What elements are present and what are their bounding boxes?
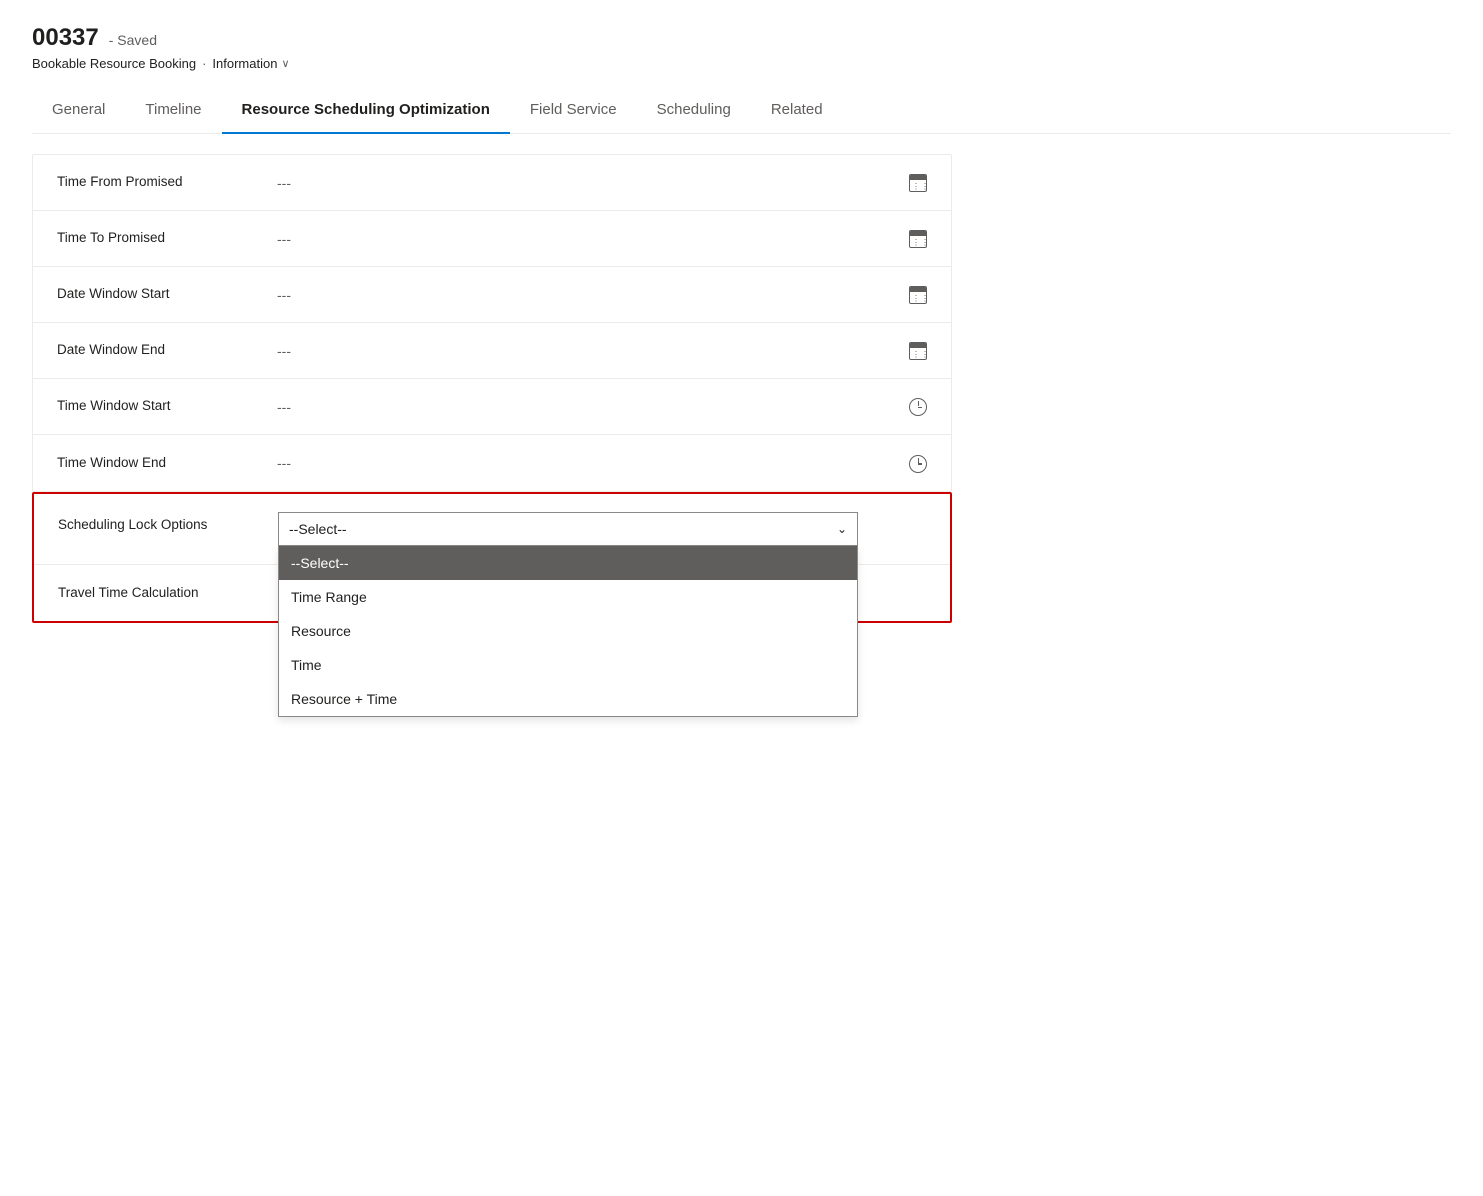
label-date-window-start: Date Window Start: [57, 285, 277, 304]
clock-icon-time-window-end[interactable]: [909, 453, 927, 474]
page-container: 00337 - Saved Bookable Resource Booking …: [0, 0, 1483, 1196]
label-date-window-end: Date Window End: [57, 341, 277, 360]
tabs-bar: General Timeline Resource Scheduling Opt…: [32, 89, 1451, 134]
field-row-time-to-promised: Time To Promised ---: [33, 211, 951, 267]
tab-timeline[interactable]: Timeline: [125, 89, 221, 134]
tab-field-service[interactable]: Field Service: [510, 89, 637, 134]
breadcrumb-chevron-icon: ∨: [281, 57, 289, 70]
current-view-dropdown[interactable]: Information ∨: [212, 56, 289, 71]
highlighted-section: Scheduling Lock Options --Select-- ⌄ --S…: [32, 492, 952, 623]
scheduling-lock-select-wrapper[interactable]: --Select-- ⌄ --Select-- Time Range Resou…: [278, 512, 858, 546]
content-area: Time From Promised --- Time To Promised …: [32, 134, 1451, 643]
scheduling-lock-dropdown-list: --Select-- Time Range Resource Time Reso…: [278, 546, 858, 717]
dropdown-option-time-range[interactable]: Time Range: [279, 580, 857, 614]
field-row-scheduling-lock-options: Scheduling Lock Options --Select-- ⌄ --S…: [34, 494, 950, 565]
scheduling-lock-select[interactable]: --Select-- ⌄: [278, 512, 858, 546]
label-scheduling-lock-options: Scheduling Lock Options: [58, 512, 278, 535]
calendar-icon-date-window-end[interactable]: [909, 340, 927, 361]
entity-name: Bookable Resource Booking: [32, 56, 196, 71]
field-row-date-window-start: Date Window Start ---: [33, 267, 951, 323]
current-view-label: Information: [212, 56, 277, 71]
value-date-window-start: ---: [277, 284, 927, 305]
value-time-window-start: ---: [277, 396, 927, 417]
label-time-window-end: Time Window End: [57, 454, 277, 473]
value-time-window-end: ---: [277, 453, 927, 474]
tab-scheduling[interactable]: Scheduling: [637, 89, 751, 134]
clock-icon-time-window-start[interactable]: [909, 396, 927, 417]
tab-general[interactable]: General: [32, 89, 125, 134]
record-id: 00337: [32, 24, 99, 52]
select-chevron-icon: ⌄: [837, 522, 847, 536]
calendar-icon-time-from-promised[interactable]: [909, 172, 927, 193]
value-scheduling-lock-options: --Select-- ⌄ --Select-- Time Range Resou…: [278, 512, 926, 546]
field-row-time-window-start: Time Window Start ---: [33, 379, 951, 435]
form-card: Time From Promised --- Time To Promised …: [32, 154, 952, 492]
breadcrumb-separator: ·: [202, 56, 206, 71]
breadcrumb: Bookable Resource Booking · Information …: [32, 56, 1451, 71]
tab-rso[interactable]: Resource Scheduling Optimization: [222, 89, 510, 134]
calendar-icon-date-window-start[interactable]: [909, 284, 927, 305]
dropdown-option-resource-time[interactable]: Resource + Time: [279, 682, 857, 716]
saved-label: - Saved: [109, 32, 157, 48]
label-travel-time-calculation: Travel Time Calculation: [58, 584, 278, 603]
field-row-time-window-end: Time Window End ---: [33, 435, 951, 491]
value-date-window-end: ---: [277, 340, 927, 361]
calendar-icon-time-to-promised[interactable]: [909, 228, 927, 249]
dropdown-option-time[interactable]: Time: [279, 648, 857, 682]
header-title-area: 00337 - Saved: [32, 24, 1451, 52]
label-time-to-promised: Time To Promised: [57, 229, 277, 248]
value-time-to-promised: ---: [277, 228, 927, 249]
dropdown-option-resource[interactable]: Resource: [279, 614, 857, 648]
field-row-date-window-end: Date Window End ---: [33, 323, 951, 379]
field-row-time-from-promised: Time From Promised ---: [33, 155, 951, 211]
value-time-from-promised: ---: [277, 172, 927, 193]
select-display-text: --Select--: [289, 521, 347, 537]
label-time-from-promised: Time From Promised: [57, 173, 277, 192]
tab-related[interactable]: Related: [751, 89, 843, 134]
label-time-window-start: Time Window Start: [57, 397, 277, 416]
dropdown-option-select[interactable]: --Select--: [279, 546, 857, 580]
